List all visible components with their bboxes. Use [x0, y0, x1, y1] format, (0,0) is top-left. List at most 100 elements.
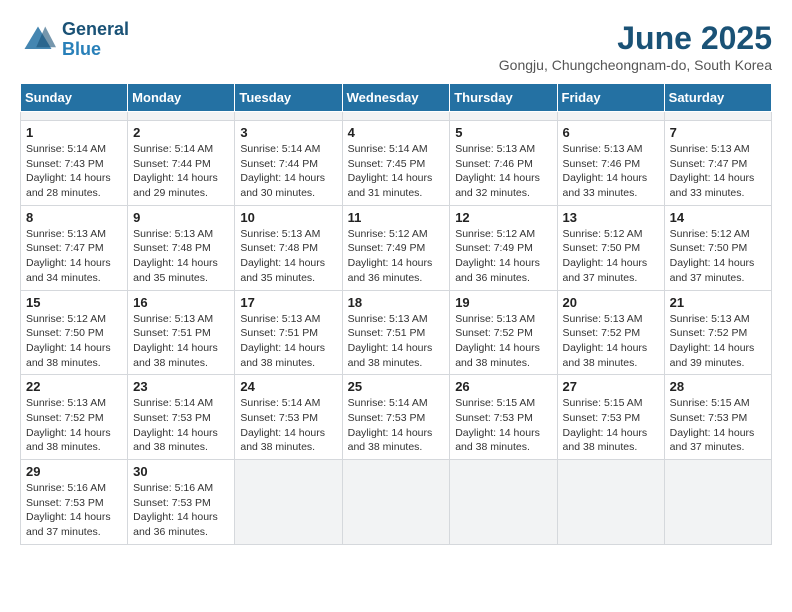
day-info: Sunrise: 5:13 AMSunset: 7:47 PMDaylight:… [670, 142, 766, 201]
logo-text: General Blue [62, 20, 129, 60]
calendar-cell: 18 Sunrise: 5:13 AMSunset: 7:51 PMDayligh… [342, 290, 450, 375]
day-number: 23 [133, 379, 229, 394]
day-number: 7 [670, 125, 766, 140]
day-info: Sunrise: 5:12 AMSunset: 7:49 PMDaylight:… [348, 227, 445, 286]
calendar-table: SundayMondayTuesdayWednesdayThursdayFrid… [20, 83, 772, 545]
title-area: June 2025 Gongju, Chungcheongnam-do, Sou… [499, 20, 772, 73]
day-number: 16 [133, 295, 229, 310]
calendar-cell: 28 Sunrise: 5:15 AMSunset: 7:53 PMDayligh… [664, 375, 771, 460]
calendar-cell: 12Sunrise: 5:12 AMSunset: 7:49 PMDayligh… [450, 205, 557, 290]
calendar-header-row: SundayMondayTuesdayWednesdayThursdayFrid… [21, 84, 772, 112]
day-info: Sunrise: 5:13 AMSunset: 7:52 PMDaylight:… [563, 312, 659, 371]
calendar-week-row: 1 Sunrise: 5:14 AMSunset: 7:43 PMDaylight… [21, 121, 772, 206]
day-number: 19 [455, 295, 551, 310]
day-number: 21 [670, 295, 766, 310]
day-number: 28 [670, 379, 766, 394]
calendar-cell: 26 Sunrise: 5:15 AMSunset: 7:53 PMDayligh… [450, 375, 557, 460]
day-info: Sunrise: 5:14 AMSunset: 7:53 PMDaylight:… [133, 396, 229, 455]
calendar-cell: 22Sunrise: 5:13 AMSunset: 7:52 PMDayligh… [21, 375, 128, 460]
day-number: 11 [348, 210, 445, 225]
day-number: 27 [563, 379, 659, 394]
day-number: 26 [455, 379, 551, 394]
day-info: Sunrise: 5:13 AMSunset: 7:52 PMDaylight:… [670, 312, 766, 371]
day-number: 1 [26, 125, 122, 140]
calendar-cell [557, 460, 664, 545]
calendar-cell [235, 460, 342, 545]
calendar-week-row: 8 Sunrise: 5:13 AMSunset: 7:47 PMDaylight… [21, 205, 772, 290]
calendar-cell: 5Sunrise: 5:13 AMSunset: 7:46 PMDaylight… [450, 121, 557, 206]
day-info: Sunrise: 5:12 AMSunset: 7:49 PMDaylight:… [455, 227, 551, 286]
month-title: June 2025 [499, 20, 772, 57]
day-number: 3 [240, 125, 336, 140]
day-header-saturday: Saturday [664, 84, 771, 112]
calendar-cell [342, 460, 450, 545]
calendar-week-row: 29 Sunrise: 5:16 AMSunset: 7:53 PMDayligh… [21, 460, 772, 545]
calendar-cell: 17 Sunrise: 5:13 AMSunset: 7:51 PMDayligh… [235, 290, 342, 375]
day-number: 14 [670, 210, 766, 225]
day-info: Sunrise: 5:15 AMSunset: 7:53 PMDaylight:… [455, 396, 551, 455]
calendar-body: 1 Sunrise: 5:14 AMSunset: 7:43 PMDaylight… [21, 112, 772, 545]
day-number: 10 [240, 210, 336, 225]
day-number: 24 [240, 379, 336, 394]
calendar-header: SundayMondayTuesdayWednesdayThursdayFrid… [21, 84, 772, 112]
day-header-tuesday: Tuesday [235, 84, 342, 112]
day-number: 17 [240, 295, 336, 310]
day-number: 30 [133, 464, 229, 479]
calendar-cell: 9Sunrise: 5:13 AMSunset: 7:48 PMDaylight… [128, 205, 235, 290]
logo-line1: General [62, 20, 129, 40]
logo: General Blue [20, 20, 129, 60]
day-info: Sunrise: 5:16 AMSunset: 7:53 PMDaylight:… [26, 481, 122, 540]
calendar-cell: 10Sunrise: 5:13 AMSunset: 7:48 PMDayligh… [235, 205, 342, 290]
day-info: Sunrise: 5:13 AMSunset: 7:46 PMDaylight:… [563, 142, 659, 201]
day-number: 29 [26, 464, 122, 479]
calendar-cell [664, 460, 771, 545]
day-info: Sunrise: 5:13 AMSunset: 7:51 PMDaylight:… [348, 312, 445, 371]
day-number: 6 [563, 125, 659, 140]
day-header-thursday: Thursday [450, 84, 557, 112]
location-subtitle: Gongju, Chungcheongnam-do, South Korea [499, 57, 772, 73]
day-info: Sunrise: 5:13 AMSunset: 7:48 PMDaylight:… [133, 227, 229, 286]
day-number: 8 [26, 210, 122, 225]
logo-icon [20, 22, 56, 58]
calendar-week-row: 22Sunrise: 5:13 AMSunset: 7:52 PMDayligh… [21, 375, 772, 460]
calendar-cell: 4Sunrise: 5:14 AMSunset: 7:45 PMDaylight… [342, 121, 450, 206]
day-header-monday: Monday [128, 84, 235, 112]
day-info: Sunrise: 5:16 AMSunset: 7:53 PMDaylight:… [133, 481, 229, 540]
calendar-cell: 6 Sunrise: 5:13 AMSunset: 7:46 PMDaylight… [557, 121, 664, 206]
day-info: Sunrise: 5:15 AMSunset: 7:53 PMDaylight:… [670, 396, 766, 455]
day-info: Sunrise: 5:14 AMSunset: 7:45 PMDaylight:… [348, 142, 445, 201]
day-info: Sunrise: 5:13 AMSunset: 7:47 PMDaylight:… [26, 227, 122, 286]
day-info: Sunrise: 5:14 AMSunset: 7:43 PMDaylight:… [26, 142, 122, 201]
calendar-cell [450, 112, 557, 121]
day-header-sunday: Sunday [21, 84, 128, 112]
calendar-week-row [21, 112, 772, 121]
calendar-cell: 16 Sunrise: 5:13 AMSunset: 7:51 PMDayligh… [128, 290, 235, 375]
calendar-cell [235, 112, 342, 121]
calendar-cell: 15Sunrise: 5:12 AMSunset: 7:50 PMDayligh… [21, 290, 128, 375]
calendar-cell: 14Sunrise: 5:12 AMSunset: 7:50 PMDayligh… [664, 205, 771, 290]
calendar-cell: 20Sunrise: 5:13 AMSunset: 7:52 PMDayligh… [557, 290, 664, 375]
calendar-cell [342, 112, 450, 121]
day-header-friday: Friday [557, 84, 664, 112]
day-info: Sunrise: 5:13 AMSunset: 7:51 PMDaylight:… [240, 312, 336, 371]
calendar-cell [557, 112, 664, 121]
day-info: Sunrise: 5:15 AMSunset: 7:53 PMDaylight:… [563, 396, 659, 455]
day-number: 5 [455, 125, 551, 140]
calendar-week-row: 15Sunrise: 5:12 AMSunset: 7:50 PMDayligh… [21, 290, 772, 375]
calendar-cell: 19Sunrise: 5:13 AMSunset: 7:52 PMDayligh… [450, 290, 557, 375]
day-info: Sunrise: 5:13 AMSunset: 7:51 PMDaylight:… [133, 312, 229, 371]
logo-line2: Blue [62, 40, 129, 60]
calendar-cell: 27 Sunrise: 5:15 AMSunset: 7:53 PMDayligh… [557, 375, 664, 460]
calendar-cell: 13Sunrise: 5:12 AMSunset: 7:50 PMDayligh… [557, 205, 664, 290]
calendar-cell: 7 Sunrise: 5:13 AMSunset: 7:47 PMDaylight… [664, 121, 771, 206]
day-info: Sunrise: 5:14 AMSunset: 7:53 PMDaylight:… [240, 396, 336, 455]
calendar-cell: 1 Sunrise: 5:14 AMSunset: 7:43 PMDaylight… [21, 121, 128, 206]
calendar-cell [128, 112, 235, 121]
day-number: 18 [348, 295, 445, 310]
calendar-cell: 2Sunrise: 5:14 AMSunset: 7:44 PMDaylight… [128, 121, 235, 206]
day-header-wednesday: Wednesday [342, 84, 450, 112]
calendar-cell: 24 Sunrise: 5:14 AMSunset: 7:53 PMDayligh… [235, 375, 342, 460]
calendar-cell [21, 112, 128, 121]
calendar-cell: 3Sunrise: 5:14 AMSunset: 7:44 PMDaylight… [235, 121, 342, 206]
day-number: 15 [26, 295, 122, 310]
